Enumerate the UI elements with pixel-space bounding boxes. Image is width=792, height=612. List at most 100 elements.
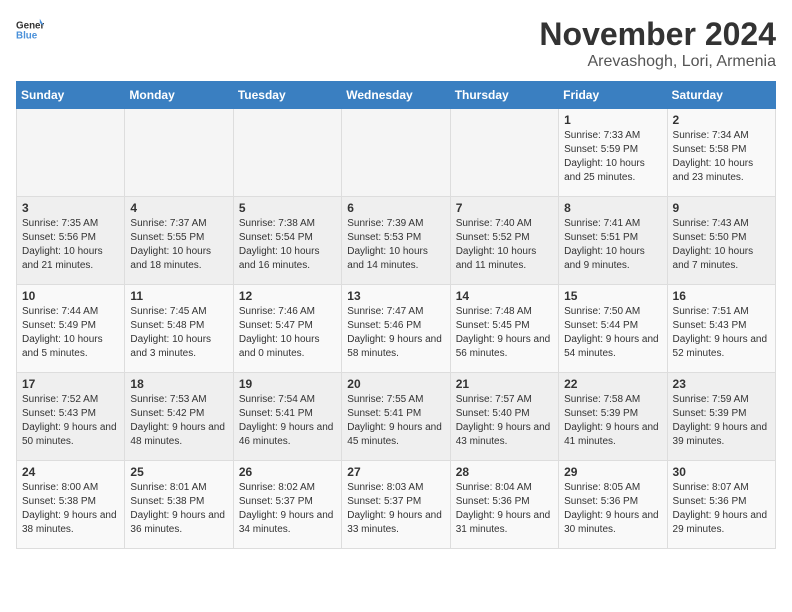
calendar-cell: 15 Sunrise: 7:50 AM Sunset: 5:44 PM Dayli… xyxy=(559,285,667,373)
cell-info: Sunrise: 7:41 AM Sunset: 5:51 PM Dayligh… xyxy=(564,217,661,273)
day-number: 13 xyxy=(347,289,444,303)
col-header-thursday: Thursday xyxy=(450,82,558,109)
col-header-sunday: Sunday xyxy=(17,82,125,109)
calendar-cell: 13 Sunrise: 7:47 AM Sunset: 5:46 PM Dayli… xyxy=(342,285,450,373)
day-number: 5 xyxy=(239,201,336,215)
calendar-cell xyxy=(450,109,558,197)
calendar-cell xyxy=(342,109,450,197)
calendar-week-row: 1Sunrise: 7:33 AM Sunset: 5:59 PM Daylig… xyxy=(17,109,776,197)
cell-info: Sunrise: 7:51 AM Sunset: 5:43 PM Dayligh… xyxy=(673,305,770,361)
day-number: 25 xyxy=(130,465,227,479)
cell-info: Sunrise: 7:43 AM Sunset: 5:50 PM Dayligh… xyxy=(673,217,770,273)
cell-info: Sunrise: 7:34 AM Sunset: 5:58 PM Dayligh… xyxy=(673,129,770,185)
day-number: 15 xyxy=(564,289,661,303)
col-header-monday: Monday xyxy=(125,82,233,109)
day-number: 12 xyxy=(239,289,336,303)
cell-info: Sunrise: 7:45 AM Sunset: 5:48 PM Dayligh… xyxy=(130,305,227,361)
cell-info: Sunrise: 7:50 AM Sunset: 5:44 PM Dayligh… xyxy=(564,305,661,361)
cell-info: Sunrise: 8:05 AM Sunset: 5:36 PM Dayligh… xyxy=(564,481,661,537)
calendar-cell: 21 Sunrise: 7:57 AM Sunset: 5:40 PM Dayli… xyxy=(450,373,558,461)
cell-info: Sunrise: 8:02 AM Sunset: 5:37 PM Dayligh… xyxy=(239,481,336,537)
cell-info: Sunrise: 7:35 AM Sunset: 5:56 PM Dayligh… xyxy=(22,217,119,273)
cell-info: Sunrise: 7:37 AM Sunset: 5:55 PM Dayligh… xyxy=(130,217,227,273)
calendar-cell: 26 Sunrise: 8:02 AM Sunset: 5:37 PM Dayli… xyxy=(233,461,341,549)
cell-info: Sunrise: 7:40 AM Sunset: 5:52 PM Dayligh… xyxy=(456,217,553,273)
calendar-cell: 29 Sunrise: 8:05 AM Sunset: 5:36 PM Dayli… xyxy=(559,461,667,549)
calendar-cell: 24 Sunrise: 8:00 AM Sunset: 5:38 PM Dayli… xyxy=(17,461,125,549)
cell-info: Sunrise: 7:57 AM Sunset: 5:40 PM Dayligh… xyxy=(456,393,553,449)
calendar-cell xyxy=(233,109,341,197)
calendar-cell: 18 Sunrise: 7:53 AM Sunset: 5:42 PM Dayli… xyxy=(125,373,233,461)
calendar-week-row: 3 Sunrise: 7:35 AM Sunset: 5:56 PM Daylig… xyxy=(17,197,776,285)
cell-info: Sunrise: 8:03 AM Sunset: 5:37 PM Dayligh… xyxy=(347,481,444,537)
calendar-cell: 9 Sunrise: 7:43 AM Sunset: 5:50 PM Daylig… xyxy=(667,197,775,285)
day-number: 28 xyxy=(456,465,553,479)
calendar-cell xyxy=(125,109,233,197)
month-title: November 2024 xyxy=(539,16,776,53)
cell-info: Sunrise: 7:55 AM Sunset: 5:41 PM Dayligh… xyxy=(347,393,444,449)
calendar-cell: 22 Sunrise: 7:58 AM Sunset: 5:39 PM Dayli… xyxy=(559,373,667,461)
cell-info: Sunrise: 7:59 AM Sunset: 5:39 PM Dayligh… xyxy=(673,393,770,449)
day-number: 1 xyxy=(564,113,661,127)
cell-info: Sunrise: 8:04 AM Sunset: 5:36 PM Dayligh… xyxy=(456,481,553,537)
day-number: 18 xyxy=(130,377,227,391)
calendar-cell: 16Sunrise: 7:51 AM Sunset: 5:43 PM Dayli… xyxy=(667,285,775,373)
day-number: 24 xyxy=(22,465,119,479)
calendar-cell: 5Sunrise: 7:38 AM Sunset: 5:54 PM Daylig… xyxy=(233,197,341,285)
calendar-cell: 12Sunrise: 7:46 AM Sunset: 5:47 PM Dayli… xyxy=(233,285,341,373)
svg-text:Blue: Blue xyxy=(16,30,38,41)
calendar-week-row: 24 Sunrise: 8:00 AM Sunset: 5:38 PM Dayli… xyxy=(17,461,776,549)
day-number: 29 xyxy=(564,465,661,479)
cell-info: Sunrise: 8:00 AM Sunset: 5:38 PM Dayligh… xyxy=(22,481,119,537)
calendar-cell: 1Sunrise: 7:33 AM Sunset: 5:59 PM Daylig… xyxy=(559,109,667,197)
calendar-cell: 11 Sunrise: 7:45 AM Sunset: 5:48 PM Dayli… xyxy=(125,285,233,373)
calendar-table: SundayMondayTuesdayWednesdayThursdayFrid… xyxy=(16,81,776,549)
col-header-tuesday: Tuesday xyxy=(233,82,341,109)
day-number: 21 xyxy=(456,377,553,391)
col-header-saturday: Saturday xyxy=(667,82,775,109)
day-number: 27 xyxy=(347,465,444,479)
location-subtitle: Arevashogh, Lori, Armenia xyxy=(539,53,776,71)
calendar-cell: 23Sunrise: 7:59 AM Sunset: 5:39 PM Dayli… xyxy=(667,373,775,461)
cell-info: Sunrise: 8:01 AM Sunset: 5:38 PM Dayligh… xyxy=(130,481,227,537)
cell-info: Sunrise: 7:54 AM Sunset: 5:41 PM Dayligh… xyxy=(239,393,336,449)
logo: General Blue xyxy=(16,16,44,44)
logo-icon: General Blue xyxy=(16,16,44,44)
cell-info: Sunrise: 7:44 AM Sunset: 5:49 PM Dayligh… xyxy=(22,305,119,361)
calendar-header-row: SundayMondayTuesdayWednesdayThursdayFrid… xyxy=(17,82,776,109)
day-number: 10 xyxy=(22,289,119,303)
col-header-friday: Friday xyxy=(559,82,667,109)
calendar-cell: 19 Sunrise: 7:54 AM Sunset: 5:41 PM Dayli… xyxy=(233,373,341,461)
cell-info: Sunrise: 7:53 AM Sunset: 5:42 PM Dayligh… xyxy=(130,393,227,449)
calendar-cell: 17Sunrise: 7:52 AM Sunset: 5:43 PM Dayli… xyxy=(17,373,125,461)
day-number: 11 xyxy=(130,289,227,303)
cell-info: Sunrise: 7:52 AM Sunset: 5:43 PM Dayligh… xyxy=(22,393,119,449)
day-number: 22 xyxy=(564,377,661,391)
calendar-cell: 10 Sunrise: 7:44 AM Sunset: 5:49 PM Dayli… xyxy=(17,285,125,373)
day-number: 30 xyxy=(673,465,770,479)
day-number: 7 xyxy=(456,201,553,215)
calendar-cell: 27 Sunrise: 8:03 AM Sunset: 5:37 PM Dayli… xyxy=(342,461,450,549)
calendar-cell: 7 Sunrise: 7:40 AM Sunset: 5:52 PM Daylig… xyxy=(450,197,558,285)
calendar-cell: 20Sunrise: 7:55 AM Sunset: 5:41 PM Dayli… xyxy=(342,373,450,461)
cell-info: Sunrise: 8:07 AM Sunset: 5:36 PM Dayligh… xyxy=(673,481,770,537)
cell-info: Sunrise: 7:58 AM Sunset: 5:39 PM Dayligh… xyxy=(564,393,661,449)
calendar-cell: 25 Sunrise: 8:01 AM Sunset: 5:38 PM Dayli… xyxy=(125,461,233,549)
cell-info: Sunrise: 7:47 AM Sunset: 5:46 PM Dayligh… xyxy=(347,305,444,361)
calendar-cell: 8 Sunrise: 7:41 AM Sunset: 5:51 PM Daylig… xyxy=(559,197,667,285)
col-header-wednesday: Wednesday xyxy=(342,82,450,109)
day-number: 6 xyxy=(347,201,444,215)
day-number: 2 xyxy=(673,113,770,127)
day-number: 26 xyxy=(239,465,336,479)
title-area: November 2024 Arevashogh, Lori, Armenia xyxy=(539,16,776,71)
cell-info: Sunrise: 7:48 AM Sunset: 5:45 PM Dayligh… xyxy=(456,305,553,361)
day-number: 8 xyxy=(564,201,661,215)
day-number: 9 xyxy=(673,201,770,215)
calendar-cell: 30 Sunrise: 8:07 AM Sunset: 5:36 PM Dayli… xyxy=(667,461,775,549)
header: General Blue November 2024 Arevashogh, L… xyxy=(16,16,776,71)
day-number: 3 xyxy=(22,201,119,215)
day-number: 19 xyxy=(239,377,336,391)
calendar-cell xyxy=(17,109,125,197)
cell-info: Sunrise: 7:39 AM Sunset: 5:53 PM Dayligh… xyxy=(347,217,444,273)
day-number: 14 xyxy=(456,289,553,303)
